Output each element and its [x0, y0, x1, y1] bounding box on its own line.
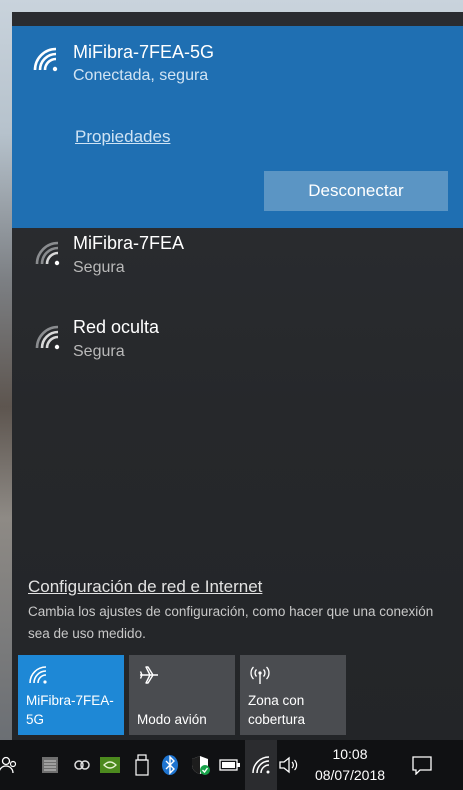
network-name: MiFibra-7FEA-5G	[73, 42, 215, 62]
quick-action-wifi[interactable]: MiFibra-7FEA-5G	[18, 655, 124, 735]
network-settings-description: Cambia los ajustes de configuración, com…	[28, 604, 434, 641]
wifi-icon	[32, 238, 62, 268]
notes-app-icon[interactable]	[38, 753, 62, 777]
hotspot-icon	[249, 664, 271, 686]
bluetooth-icon[interactable]	[158, 753, 182, 777]
wifi-icon[interactable]	[249, 753, 273, 777]
security-shield-icon[interactable]	[188, 753, 212, 777]
quick-action-label: Modo avión	[137, 712, 207, 727]
usb-drive-icon[interactable]	[130, 753, 154, 777]
wifi-icon	[27, 664, 49, 686]
quick-action-mobile-hotspot[interactable]: Zona con cobertura	[240, 655, 346, 735]
nvidia-icon[interactable]	[98, 753, 122, 777]
people-icon[interactable]	[0, 753, 20, 777]
clock-date[interactable]: 08/07/2018	[300, 767, 400, 783]
volume-icon[interactable]	[277, 753, 301, 777]
connected-network-item[interactable]: MiFibra-7FEA-5G Conectada, segura Propie…	[12, 26, 463, 228]
quick-action-label: MiFibra-7FEA-5G	[26, 693, 114, 727]
battery-icon[interactable]	[218, 753, 242, 777]
network-status: Conectada, segura	[73, 67, 209, 84]
network-flyout: MiFibra-7FEA-5G Conectada, segura Propie…	[12, 12, 463, 740]
network-status: Segura	[73, 259, 125, 276]
properties-link[interactable]: Propiedades	[75, 127, 170, 147]
wifi-icon	[32, 322, 62, 352]
network-settings-link[interactable]: Configuración de red e Internet	[28, 577, 262, 597]
airplane-icon	[138, 664, 160, 686]
taskbar: 10:08 08/07/2018	[0, 740, 463, 790]
disconnect-button[interactable]: Desconectar	[264, 171, 448, 211]
network-name: MiFibra-7FEA	[73, 233, 185, 253]
quick-action-airplane-mode[interactable]: Modo avión	[129, 655, 235, 735]
action-center-icon[interactable]	[410, 753, 434, 777]
flyout-top-strip	[12, 12, 463, 26]
network-name: Red oculta	[73, 317, 160, 337]
network-list-item[interactable]: MiFibra-7FEA Segura	[12, 220, 463, 300]
network-status: Segura	[73, 343, 125, 360]
wifi-icon	[30, 44, 60, 74]
app-tray-icon[interactable]	[70, 753, 94, 777]
clock-time[interactable]: 10:08	[300, 746, 400, 762]
network-list-item[interactable]: Red oculta Segura	[12, 304, 463, 384]
quick-action-label: Zona con cobertura	[248, 693, 306, 727]
